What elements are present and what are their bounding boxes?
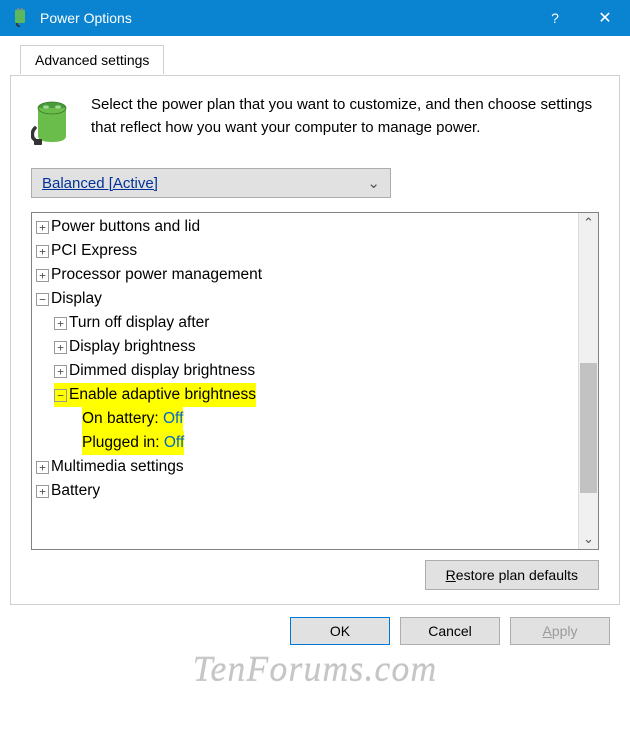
tree-node-multimedia[interactable]: +Multimedia settings: [32, 455, 578, 479]
scroll-up-icon[interactable]: ⌃: [579, 213, 598, 233]
tab-strip: Advanced settings: [20, 44, 620, 76]
plugged-in-value[interactable]: Off: [164, 434, 184, 451]
cancel-button[interactable]: Cancel: [400, 617, 500, 645]
expand-icon[interactable]: +: [36, 221, 49, 234]
tree-node-turn-off-display[interactable]: +Turn off display after: [32, 311, 578, 335]
power-plan-dropdown[interactable]: Balanced [Active] ⌄: [31, 168, 391, 198]
restore-defaults-button[interactable]: Restore plan defaults: [425, 560, 599, 590]
titlebar: Power Options ? ✕: [0, 0, 630, 36]
tree-node-pci-express[interactable]: +PCI Express: [32, 239, 578, 263]
scroll-down-icon[interactable]: ⌄: [579, 529, 598, 549]
scroll-thumb[interactable]: [580, 363, 597, 493]
tree-node-adaptive-brightness[interactable]: −Enable adaptive brightness: [32, 383, 578, 407]
tree-leaf-plugged-in[interactable]: Plugged in: Off: [32, 431, 578, 455]
tree-node-display-brightness[interactable]: +Display brightness: [32, 335, 578, 359]
collapse-icon[interactable]: −: [36, 293, 49, 306]
window-title: Power Options: [40, 10, 530, 26]
tree-node-battery[interactable]: +Battery: [32, 479, 578, 503]
tree-node-power-buttons[interactable]: +Power buttons and lid: [32, 215, 578, 239]
scroll-track[interactable]: [579, 233, 598, 529]
vertical-scrollbar[interactable]: ⌃ ⌄: [578, 213, 598, 549]
apply-button: Apply: [510, 617, 610, 645]
tree-leaf-on-battery[interactable]: On battery: Off: [32, 407, 578, 431]
on-battery-value[interactable]: Off: [163, 410, 183, 427]
tab-advanced-settings[interactable]: Advanced settings: [20, 45, 164, 74]
expand-icon[interactable]: +: [54, 365, 67, 378]
power-options-icon: [10, 8, 30, 28]
chevron-down-icon: ⌄: [367, 174, 380, 192]
collapse-icon[interactable]: −: [54, 389, 67, 402]
expand-icon[interactable]: +: [54, 341, 67, 354]
tree-node-dimmed-brightness[interactable]: +Dimmed display brightness: [32, 359, 578, 383]
ok-button[interactable]: OK: [290, 617, 390, 645]
restore-row: Restore plan defaults: [31, 560, 599, 590]
power-plan-selected: Balanced [Active]: [42, 175, 158, 192]
tree-node-processor[interactable]: +Processor power management: [32, 263, 578, 287]
expand-icon[interactable]: +: [54, 317, 67, 330]
expand-icon[interactable]: +: [36, 461, 49, 474]
help-button[interactable]: ?: [530, 0, 580, 36]
settings-tree-container: +Power buttons and lid +PCI Express +Pro…: [31, 212, 599, 550]
intro-text: Select the power plan that you want to c…: [91, 94, 599, 146]
expand-icon[interactable]: +: [36, 269, 49, 282]
expand-icon[interactable]: +: [36, 485, 49, 498]
battery-icon: [31, 98, 73, 146]
expand-icon[interactable]: +: [36, 245, 49, 258]
tree-node-display[interactable]: −Display: [32, 287, 578, 311]
settings-tree[interactable]: +Power buttons and lid +PCI Express +Pro…: [32, 213, 578, 549]
close-button[interactable]: ✕: [580, 0, 630, 36]
tab-content: Select the power plan that you want to c…: [10, 75, 620, 605]
client-area: Advanced settings Select the power plan …: [0, 36, 630, 605]
intro-row: Select the power plan that you want to c…: [31, 94, 599, 146]
dialog-button-row: OK Cancel Apply: [0, 605, 630, 657]
